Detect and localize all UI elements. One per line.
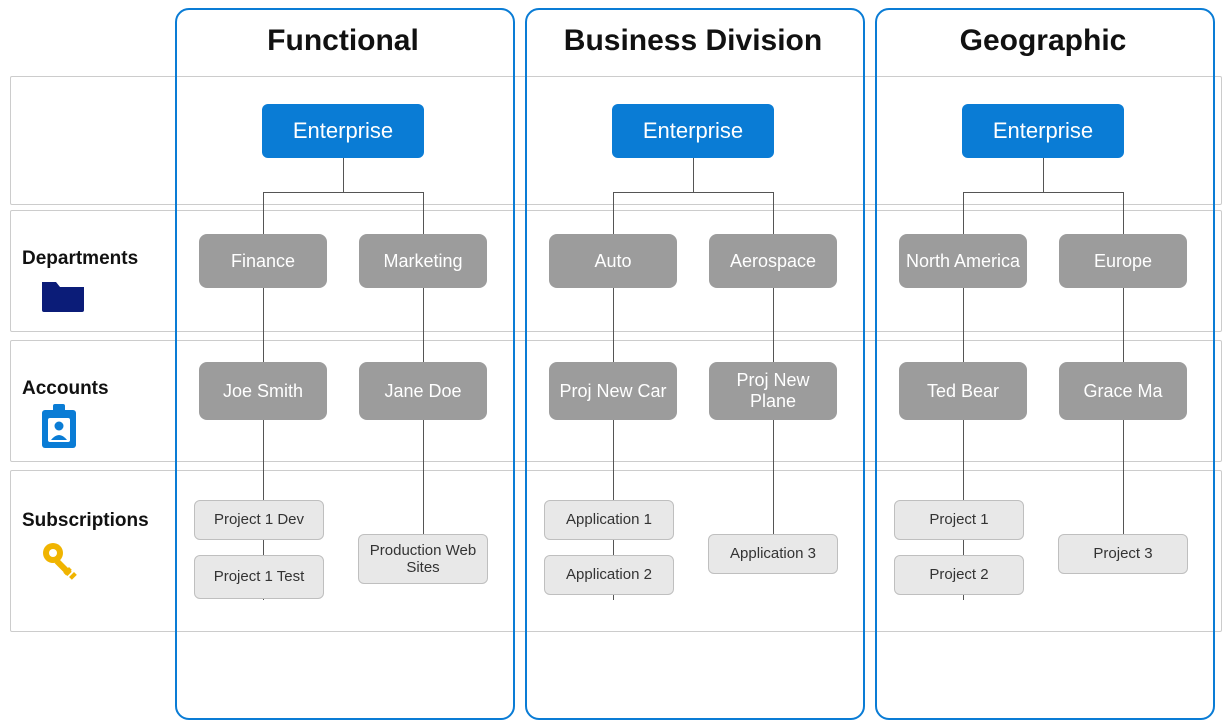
node-sub-proj1test: Project 1 Test [194, 555, 324, 599]
key-icon [40, 540, 82, 587]
node-dept-europe: Europe [1059, 234, 1187, 288]
badge-icon [40, 404, 78, 455]
connector [1123, 420, 1124, 534]
connector [263, 192, 264, 234]
connector [263, 192, 424, 193]
col-title-functional: Functional [175, 24, 511, 58]
row-label-departments: Departments [22, 248, 172, 270]
node-acct-newplane: Proj New Plane [709, 362, 837, 420]
node-sub-app3: Application 3 [708, 534, 838, 574]
node-dept-marketing: Marketing [359, 234, 487, 288]
connector [613, 192, 614, 234]
folder-icon [40, 276, 86, 317]
node-sub-geo-p1: Project 1 [894, 500, 1024, 540]
node-dept-auto: Auto [549, 234, 677, 288]
node-sub-geo-p2: Project 2 [894, 555, 1024, 595]
connector [1043, 158, 1044, 192]
node-dept-aerospace: Aerospace [709, 234, 837, 288]
connector [423, 288, 424, 362]
row-band-subscriptions [10, 470, 1222, 632]
connector [343, 158, 344, 192]
connector [773, 288, 774, 362]
row-label-accounts: Accounts [22, 378, 172, 400]
col-title-geographic: Geographic [875, 24, 1211, 58]
node-dept-na: North America [899, 234, 1027, 288]
node-enterprise-business: Enterprise [612, 104, 774, 158]
node-sub-app1: Application 1 [544, 500, 674, 540]
diagram-stage: Departments Accounts Subscriptions [0, 0, 1232, 728]
col-title-business: Business Division [525, 24, 861, 58]
node-acct-jane: Jane Doe [359, 362, 487, 420]
connector [693, 158, 694, 192]
node-sub-app2: Application 2 [544, 555, 674, 595]
connector [773, 192, 774, 234]
node-enterprise-functional: Enterprise [262, 104, 424, 158]
node-acct-ted: Ted Bear [899, 362, 1027, 420]
node-sub-prodweb: Production Web Sites [358, 534, 488, 584]
connector [263, 288, 264, 362]
connector [423, 420, 424, 534]
connector [963, 192, 1124, 193]
node-acct-grace: Grace Ma [1059, 362, 1187, 420]
row-label-subscriptions: Subscriptions [22, 510, 172, 532]
connector [963, 192, 964, 234]
node-sub-proj1dev: Project 1 Dev [194, 500, 324, 540]
connector [423, 192, 424, 234]
node-enterprise-geographic: Enterprise [962, 104, 1124, 158]
connector [613, 288, 614, 362]
connector [1123, 288, 1124, 362]
connector [773, 420, 774, 534]
node-acct-newcar: Proj New Car [549, 362, 677, 420]
connector [1123, 192, 1124, 234]
node-sub-geo-p3: Project 3 [1058, 534, 1188, 574]
connector [613, 192, 774, 193]
node-acct-joe: Joe Smith [199, 362, 327, 420]
connector [963, 288, 964, 362]
node-dept-finance: Finance [199, 234, 327, 288]
